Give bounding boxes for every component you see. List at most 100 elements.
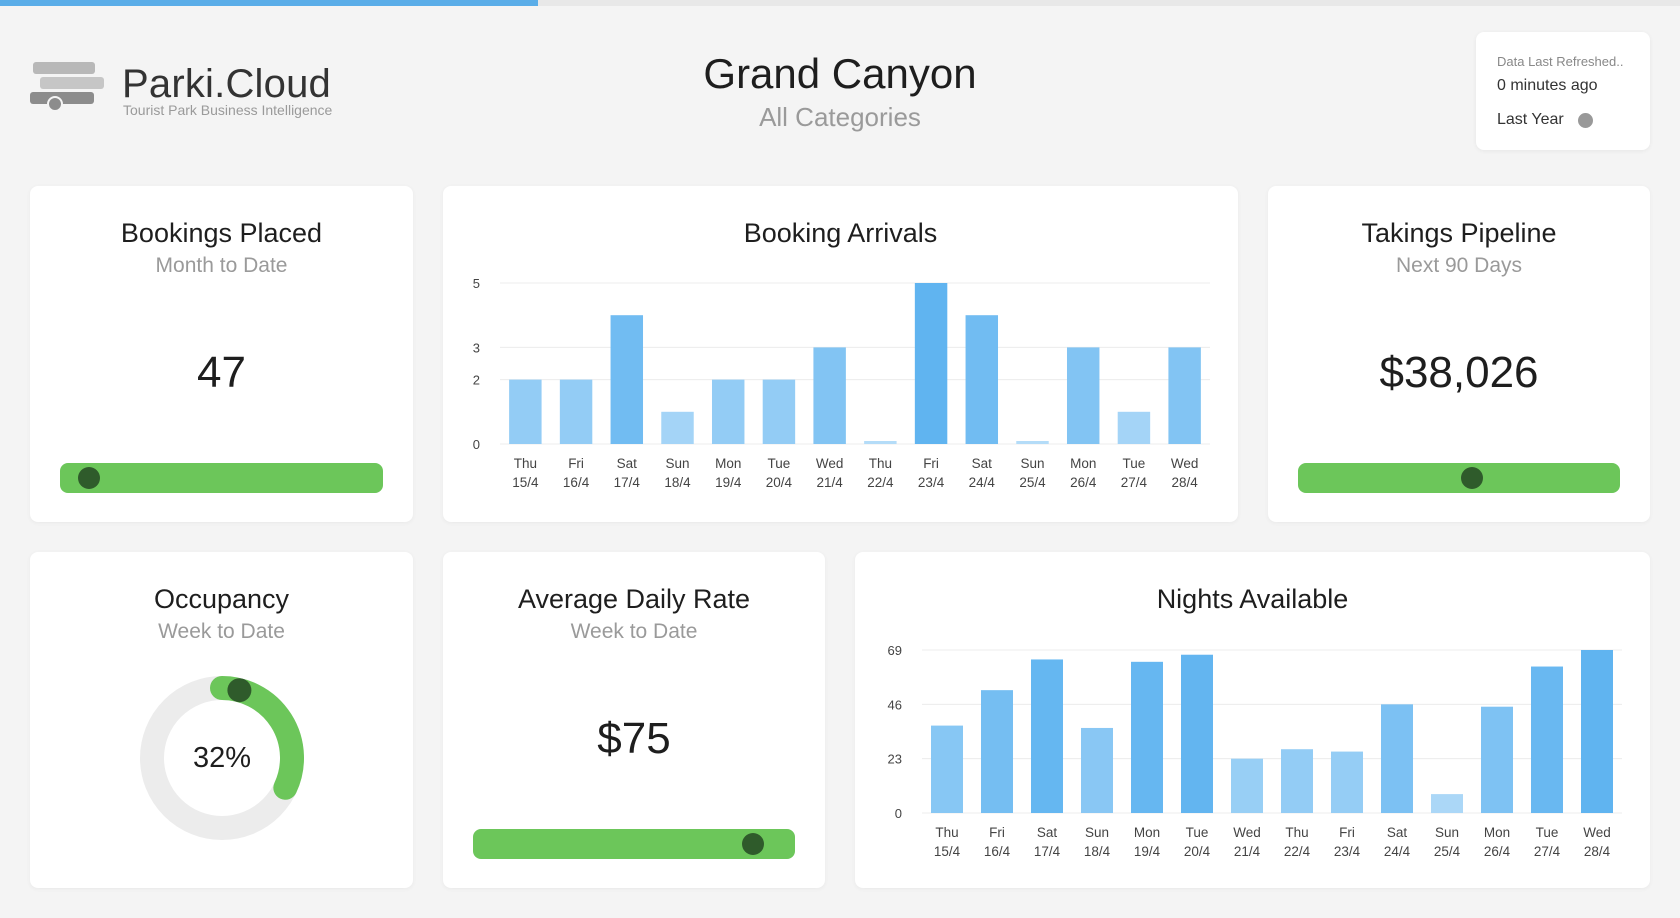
x-tick-label: Sat: [972, 456, 993, 471]
card-title: Occupancy: [153, 584, 290, 614]
x-tick-label: Mon: [715, 456, 741, 471]
bar: [1117, 411, 1151, 444]
bar: [914, 283, 948, 444]
x-tick-label: 23/4: [1334, 844, 1361, 859]
x-tick-label: Sun: [1020, 456, 1044, 471]
bar: [931, 725, 963, 813]
x-tick-label: Tue: [768, 456, 791, 471]
x-tick-label: 15/4: [512, 475, 539, 490]
bar: [981, 690, 1013, 813]
x-tick-label: 27/4: [1534, 844, 1561, 859]
x-tick-label: 17/4: [614, 475, 641, 490]
bookings-placed-card[interactable]: Bookings Placed Month to Date 47: [30, 186, 413, 522]
nights-available-chart: 0 23 46 69 Thu 15/4 Fri 16/4 Sat 17/4 Sun 18/4 Mon 19…: [888, 643, 1622, 859]
toggle-dot-icon[interactable]: [1577, 112, 1593, 128]
bookings-placed-value: 47: [197, 348, 246, 397]
period-label: Last Year: [1497, 111, 1564, 128]
y-tick-label: 3: [473, 340, 480, 355]
x-tick-label: 26/4: [1484, 844, 1511, 859]
adr-progress-bar: [473, 829, 795, 859]
x-tick-label: Sun: [665, 456, 689, 471]
x-tick-label: 28/4: [1584, 844, 1611, 859]
x-tick-label: Fri: [568, 456, 584, 471]
refresh-status-card: Data Last Refreshed.. 0 minutes ago Last…: [1476, 32, 1650, 150]
occupancy-value: 32%: [192, 742, 252, 774]
x-tick-label: 28/4: [1172, 475, 1199, 490]
bar: [559, 379, 593, 444]
card-subtitle: Month to Date: [155, 254, 288, 277]
average-daily-rate-card[interactable]: Average Daily Rate Week to Date $75: [443, 552, 825, 888]
bar: [1281, 749, 1313, 813]
takings-progress-bar: [1298, 463, 1620, 493]
bar: [1231, 758, 1263, 813]
occupancy-card[interactable]: Occupancy Week to Date 32%: [30, 552, 413, 888]
bar: [1168, 347, 1201, 444]
nights-available-card[interactable]: Nights Available 0 23 46 69 Thu 15/4 Fri 16/4 Sa…: [855, 552, 1650, 888]
x-tick-label: 27/4: [1121, 475, 1148, 490]
x-tick-label: Tue: [1123, 456, 1146, 471]
bar: [1031, 659, 1063, 813]
progress-knob: [742, 833, 765, 855]
x-tick-label: Fri: [1339, 825, 1355, 840]
bar: [711, 379, 745, 444]
x-tick-label: 18/4: [1084, 844, 1111, 859]
bar: [762, 379, 796, 444]
bar: [509, 379, 542, 444]
x-tick-label: Tue: [1536, 825, 1559, 840]
y-tick-label: 69: [888, 643, 902, 658]
y-tick-label: 46: [888, 697, 902, 712]
x-tick-label: Fri: [923, 456, 939, 471]
card-title: Takings Pipeline: [1361, 218, 1557, 248]
loading-progress-fill: [0, 0, 538, 6]
booking-arrivals-chart: 0 2 3 5 Thu 15/4 Fri 16/4 Sat 17/4 Sun 18/4 Mon 19/4 T…: [473, 276, 1210, 490]
x-tick-label: 15/4: [934, 844, 961, 859]
x-tick-label: Fri: [989, 825, 1005, 840]
brand-logo[interactable]: Parki.Cloud Tourist Park Business Intell…: [30, 62, 350, 122]
bar: [965, 315, 999, 444]
takings-pipeline-value: $38,026: [1379, 348, 1539, 397]
occupancy-donut: 32%: [140, 676, 304, 840]
x-tick-label: 22/4: [867, 475, 894, 490]
bar: [1481, 706, 1513, 813]
page-subtitle[interactable]: All Categories: [540, 102, 1140, 133]
takings-pipeline-card[interactable]: Takings Pipeline Next 90 Days $38,026: [1268, 186, 1650, 522]
x-tick-label: 21/4: [817, 475, 844, 490]
bar: [864, 441, 897, 444]
x-tick-label: Tue: [1186, 825, 1209, 840]
refresh-label: Data Last Refreshed..: [1497, 54, 1624, 69]
card-subtitle: Week to Date: [570, 620, 698, 643]
bar: [1016, 441, 1049, 444]
x-tick-label: Sat: [1387, 825, 1408, 840]
x-tick-label: Sun: [1085, 825, 1109, 840]
period-toggle[interactable]: Last Year: [1497, 111, 1650, 129]
bar: [610, 315, 644, 444]
x-tick-label: Sat: [617, 456, 638, 471]
x-tick-label: 25/4: [1019, 475, 1046, 490]
x-tick-label: Thu: [935, 825, 958, 840]
x-tick-label: Sat: [1037, 825, 1058, 840]
average-daily-rate-value: $75: [597, 714, 671, 763]
bar: [1066, 347, 1100, 444]
x-tick-label: Sun: [1435, 825, 1459, 840]
brand-tagline: Tourist Park Business Intelligence: [123, 102, 333, 118]
x-tick-label: Thu: [514, 456, 537, 471]
progress-knob: [78, 467, 101, 489]
x-tick-label: 20/4: [1184, 844, 1211, 859]
refresh-value: 0 minutes ago: [1497, 77, 1598, 94]
bar: [1431, 794, 1463, 813]
y-tick-label: 2: [473, 373, 480, 388]
ring-knob: [227, 678, 252, 703]
bar: [1181, 654, 1213, 813]
booking-arrivals-card[interactable]: Booking Arrivals 0 2 3 5 Thu 15/4 Fri 16/4 Sat 17…: [443, 186, 1238, 522]
x-tick-label: 19/4: [1134, 844, 1161, 859]
y-tick-label: 23: [888, 752, 902, 767]
x-tick-label: 19/4: [715, 475, 742, 490]
card-subtitle: Next 90 Days: [1395, 254, 1523, 277]
brand-name: Parki.Cloud: [122, 62, 331, 106]
x-tick-label: 25/4: [1434, 844, 1461, 859]
x-tick-label: Wed: [1233, 825, 1261, 840]
page-header: Grand Canyon All Categories: [540, 50, 1140, 133]
x-tick-label: 23/4: [918, 475, 945, 490]
x-tick-label: 16/4: [984, 844, 1011, 859]
bar: [1081, 727, 1113, 813]
